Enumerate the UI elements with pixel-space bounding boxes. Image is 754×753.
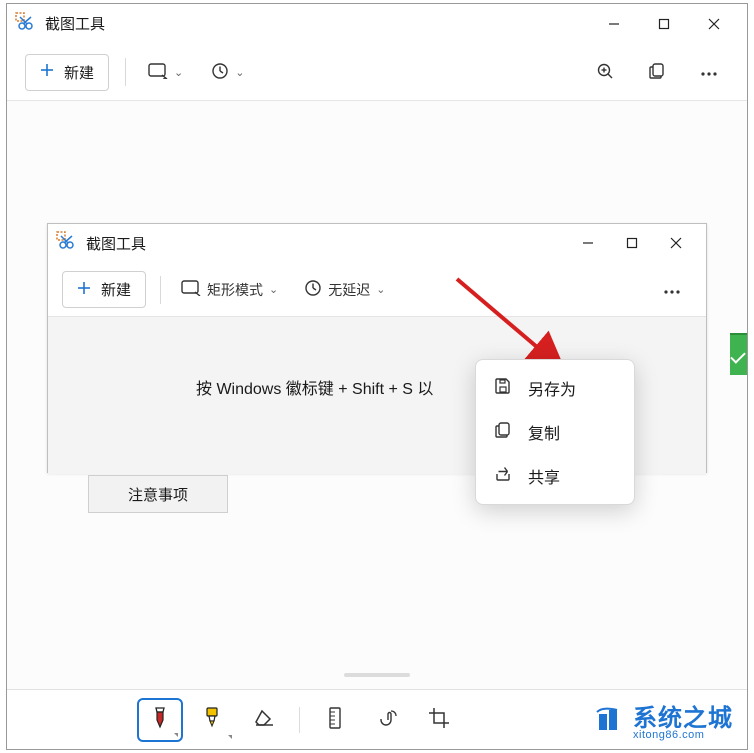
divider (160, 276, 161, 304)
zoom-icon (596, 62, 614, 83)
snip-tool-window: 截图工具 新建 ⌄ (6, 3, 748, 750)
more-icon (663, 282, 681, 298)
chevron-down-icon (174, 733, 178, 737)
inner-window-title: 截图工具 (86, 233, 146, 254)
close-button[interactable] (689, 7, 739, 41)
page-indicator (344, 673, 410, 677)
copy-icon (494, 421, 512, 444)
divider (125, 58, 126, 86)
inner-mode-dropdown[interactable]: 矩形模式 ⌄ (175, 272, 284, 308)
inner-toolbar: 新建 矩形模式 ⌄ 无延迟 ⌄ (48, 262, 706, 316)
window-controls (589, 7, 739, 41)
keyboard-hint: 按 Windows 徽标键 + Shift + S 以 (196, 375, 433, 399)
popup-copy[interactable]: 复制 (478, 410, 632, 454)
save-icon (494, 377, 512, 400)
watermark: 系统之城 xitong86.com (595, 698, 733, 741)
bottom-toolbar: 系统之城 xitong86.com (7, 689, 747, 749)
green-strip-fragment (730, 333, 747, 375)
new-label: 新建 (64, 62, 94, 83)
divider (299, 707, 300, 733)
share-icon (494, 465, 512, 488)
maximize-button[interactable] (639, 7, 689, 41)
copy-button[interactable] (637, 54, 677, 90)
plus-icon (77, 281, 91, 299)
popup-save-as[interactable]: 另存为 (478, 366, 632, 410)
snip-app-icon (56, 231, 76, 255)
crop-tool[interactable] (416, 698, 462, 742)
inner-new-label: 新建 (101, 279, 131, 300)
popup-share-label: 共享 (528, 464, 560, 488)
minimize-button[interactable] (589, 7, 639, 41)
chevron-down-icon: ⌄ (376, 283, 385, 296)
highlighter-tool[interactable] (189, 698, 235, 742)
snip-app-icon (15, 12, 35, 36)
zoom-button[interactable] (585, 54, 625, 90)
inner-titlebar: 截图工具 (48, 224, 706, 262)
inner-mode-label: 矩形模式 (207, 280, 263, 300)
eraser-tool[interactable] (241, 698, 287, 742)
pen-icon (150, 706, 170, 733)
chevron-down-icon: ⌄ (174, 66, 183, 79)
notes-chip: 注意事项 (88, 475, 228, 513)
plus-icon (40, 63, 54, 81)
watermark-logo-icon (595, 706, 625, 734)
clock-icon (211, 62, 229, 83)
inner-more-button[interactable] (652, 272, 692, 308)
rectangle-icon (181, 280, 201, 299)
inner-close-button[interactable] (654, 227, 698, 259)
chevron-down-icon: ⌄ (235, 66, 244, 79)
inner-maximize-button[interactable] (610, 227, 654, 259)
chevron-down-icon (228, 735, 232, 739)
eraser-icon (253, 708, 275, 731)
more-popup-menu: 另存为 复制 共享 (475, 359, 635, 505)
touch-write-tool[interactable] (364, 698, 410, 742)
inner-delay-label: 无延迟 (328, 280, 370, 300)
toolbar: 新建 ⌄ ⌄ (7, 44, 747, 100)
snip-mode-dropdown[interactable]: ⌄ (142, 54, 189, 90)
inner-delay-dropdown[interactable]: 无延迟 ⌄ (298, 272, 391, 308)
inner-window-controls (566, 227, 698, 259)
highlighter-icon (202, 706, 222, 733)
popup-copy-label: 复制 (528, 420, 560, 444)
clock-icon (304, 279, 322, 300)
rectangle-icon (148, 63, 168, 82)
chevron-down-icon: ⌄ (269, 283, 278, 296)
popup-share[interactable]: 共享 (478, 454, 632, 498)
window-title: 截图工具 (45, 13, 105, 34)
notes-chip-label: 注意事项 (128, 484, 188, 505)
inner-minimize-button[interactable] (566, 227, 610, 259)
canvas[interactable]: 截图工具 新建 (7, 100, 747, 749)
touch-write-icon (376, 707, 398, 732)
delay-dropdown[interactable]: ⌄ (205, 54, 250, 90)
more-button[interactable] (689, 54, 729, 90)
ruler-icon (327, 707, 343, 732)
pen-tool[interactable] (137, 698, 183, 742)
crop-icon (428, 707, 450, 732)
inner-new-snip-button[interactable]: 新建 (62, 271, 146, 308)
more-icon (700, 64, 718, 80)
copy-icon (648, 62, 666, 83)
ruler-tool[interactable] (312, 698, 358, 742)
titlebar: 截图工具 (7, 4, 747, 44)
watermark-title: 系统之城 (633, 705, 733, 732)
popup-save-as-label: 另存为 (528, 376, 576, 400)
new-snip-button[interactable]: 新建 (25, 54, 109, 91)
